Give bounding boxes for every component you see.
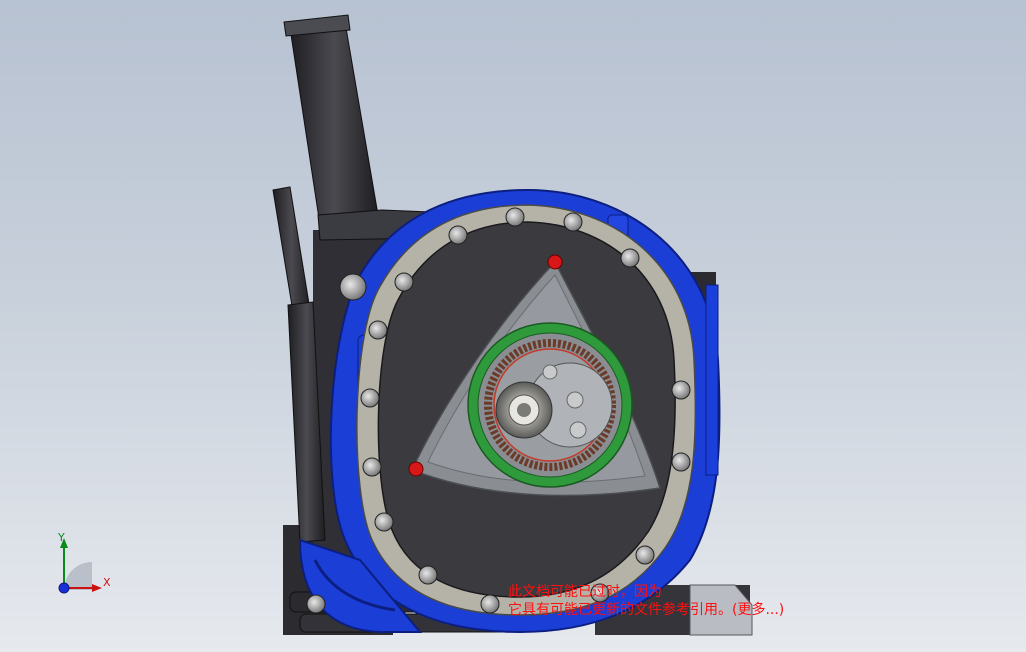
graphics-viewport[interactable]: X Y 此文档可能已过时，因为 它具有可能已更新的文件参考引用。(更多...) (0, 0, 1026, 652)
more-link[interactable]: (更多...) (732, 602, 784, 618)
y-axis-label: Y (58, 531, 65, 544)
out-of-date-warning: 此文档可能已过时，因为 它具有可能已更新的文件参考引用。(更多...) (508, 583, 908, 619)
apex-seal-top (547, 254, 563, 270)
warning-line-1: 此文档可能已过时，因为 (508, 584, 662, 600)
z-axis-dot (58, 582, 70, 594)
apex-seal-left (408, 461, 424, 477)
rotary-engine-model[interactable] (0, 0, 1026, 652)
reference-triad (58, 538, 102, 594)
intake-pipe (283, 14, 431, 241)
warning-line-2-text: 它具有可能已更新的文件参考引用。 (508, 602, 732, 618)
x-axis-arrow (92, 584, 102, 592)
warning-line-2: 它具有可能已更新的文件参考引用。(更多...) (508, 601, 908, 619)
x-axis-label: X (103, 576, 111, 589)
